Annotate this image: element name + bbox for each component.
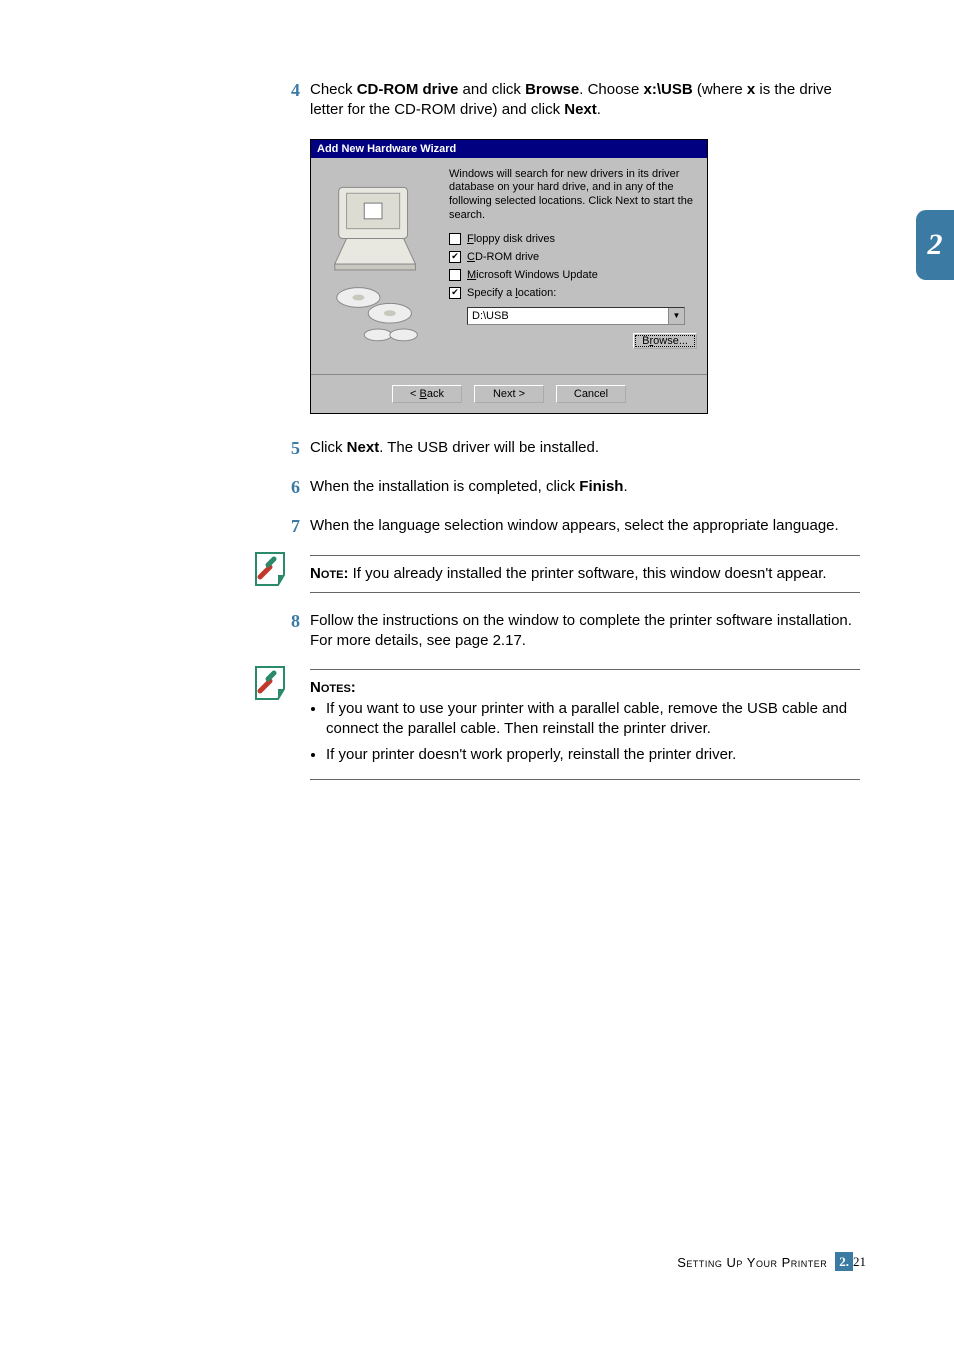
step-6: 6 When the installation is completed, cl… [280,477,860,498]
checkbox-checked-icon: ✔ [449,287,461,299]
step-number: 8 [280,611,310,652]
cancel-button[interactable]: Cancel [556,385,626,403]
wizard-description: Windows will search for new drivers in i… [449,168,697,223]
step-body: Click Next. The USB driver will be insta… [310,438,860,459]
bold: Next [347,439,380,456]
option-label: Microsoft Windows Update [467,269,598,281]
step-8: 8 Follow the instructions on the window … [280,611,860,652]
back-button[interactable]: < Back [392,385,462,403]
note-label: Note: [310,565,348,582]
location-value: D:\USB [468,308,668,324]
note-icon [250,661,294,705]
page-content: 4 Check CD-ROM drive and click Browse. C… [280,80,860,798]
next-button[interactable]: Next > [474,385,544,403]
note-text: If you already installed the printer sof… [348,565,826,582]
list-item: If your printer doesn't work properly, r… [326,745,860,765]
step-body: Check CD-ROM drive and click Browse. Cho… [310,80,860,121]
text: . [623,478,627,495]
computer-cd-icon [321,168,439,368]
step-7: 7 When the language selection window app… [280,516,860,537]
checkbox-checked-icon: ✔ [449,251,461,263]
text: Check [310,81,357,98]
chevron-down-icon[interactable]: ▼ [668,308,684,324]
bold: Finish [579,478,623,495]
note-icon [250,547,294,591]
page-footer: Setting Up Your Printer 2.21 [677,1254,866,1270]
page-number-group: 2.21 [835,1254,866,1270]
option-label: Floppy disk drives [467,233,555,245]
step-5: 5 Click Next. The USB driver will be ins… [280,438,860,459]
step-4: 4 Check CD-ROM drive and click Browse. C… [280,80,860,121]
step-number: 4 [280,80,310,121]
cdrom-drive-option[interactable]: ✔ CD-ROM drive [449,251,697,263]
text: . [597,101,601,118]
step-number: 7 [280,516,310,537]
dialog-footer: < Back Next > Cancel [311,374,707,413]
location-group: D:\USB ▼ Browse... [467,305,697,349]
step-number: 6 [280,477,310,498]
windows-update-option[interactable]: Microsoft Windows Update [449,269,697,281]
bold: CD-ROM drive [357,81,459,98]
wizard-illustration [321,168,439,368]
option-label: Specify a location: [467,287,556,299]
floppy-drives-option[interactable]: Floppy disk drives [449,233,697,245]
specify-location-option[interactable]: ✔ Specify a location: [449,287,697,299]
text: When the installation is completed, clic… [310,478,579,495]
notes-label: Notes: [310,679,356,696]
list-item: If you want to use your printer with a p… [326,699,860,740]
checkbox-icon [449,269,461,281]
text: and click [458,81,525,98]
step-body: Follow the instructions on the window to… [310,611,860,652]
wizard-right-panel: Windows will search for new drivers in i… [439,168,697,368]
section-title: Setting Up Your Printer [677,1255,827,1270]
location-combobox[interactable]: D:\USB ▼ [467,307,685,325]
page-number: 21 [853,1254,866,1269]
dialog-titlebar: Add New Hardware Wizard [311,140,707,158]
bold: Browse [525,81,579,98]
notes-block: Notes: If you want to use your printer w… [280,669,860,780]
text: . The USB driver will be installed. [379,439,599,456]
text: . Choose [579,81,643,98]
note-block: Note: If you already installed the print… [280,555,860,593]
chapter-tab: 2 [916,210,954,280]
note-body: Note: If you already installed the print… [280,556,860,592]
bold: Next [564,101,597,118]
step-body: When the installation is completed, clic… [310,477,860,498]
browse-button[interactable]: Browse... [633,333,697,349]
option-label: CD-ROM drive [467,251,539,263]
notes-body: Notes: If you want to use your printer w… [280,670,860,779]
dialog-body: Windows will search for new drivers in i… [311,158,707,374]
bold: x [747,81,755,98]
text: (where [693,81,747,98]
bold: x:\USB [643,81,692,98]
add-new-hardware-wizard-dialog: Add New Hardware Wizard Win [310,139,708,414]
checkbox-icon [449,233,461,245]
step-body: When the language selection window appea… [310,516,860,537]
step-number: 5 [280,438,310,459]
chapter-badge: 2. [835,1252,853,1271]
text: Click [310,439,347,456]
